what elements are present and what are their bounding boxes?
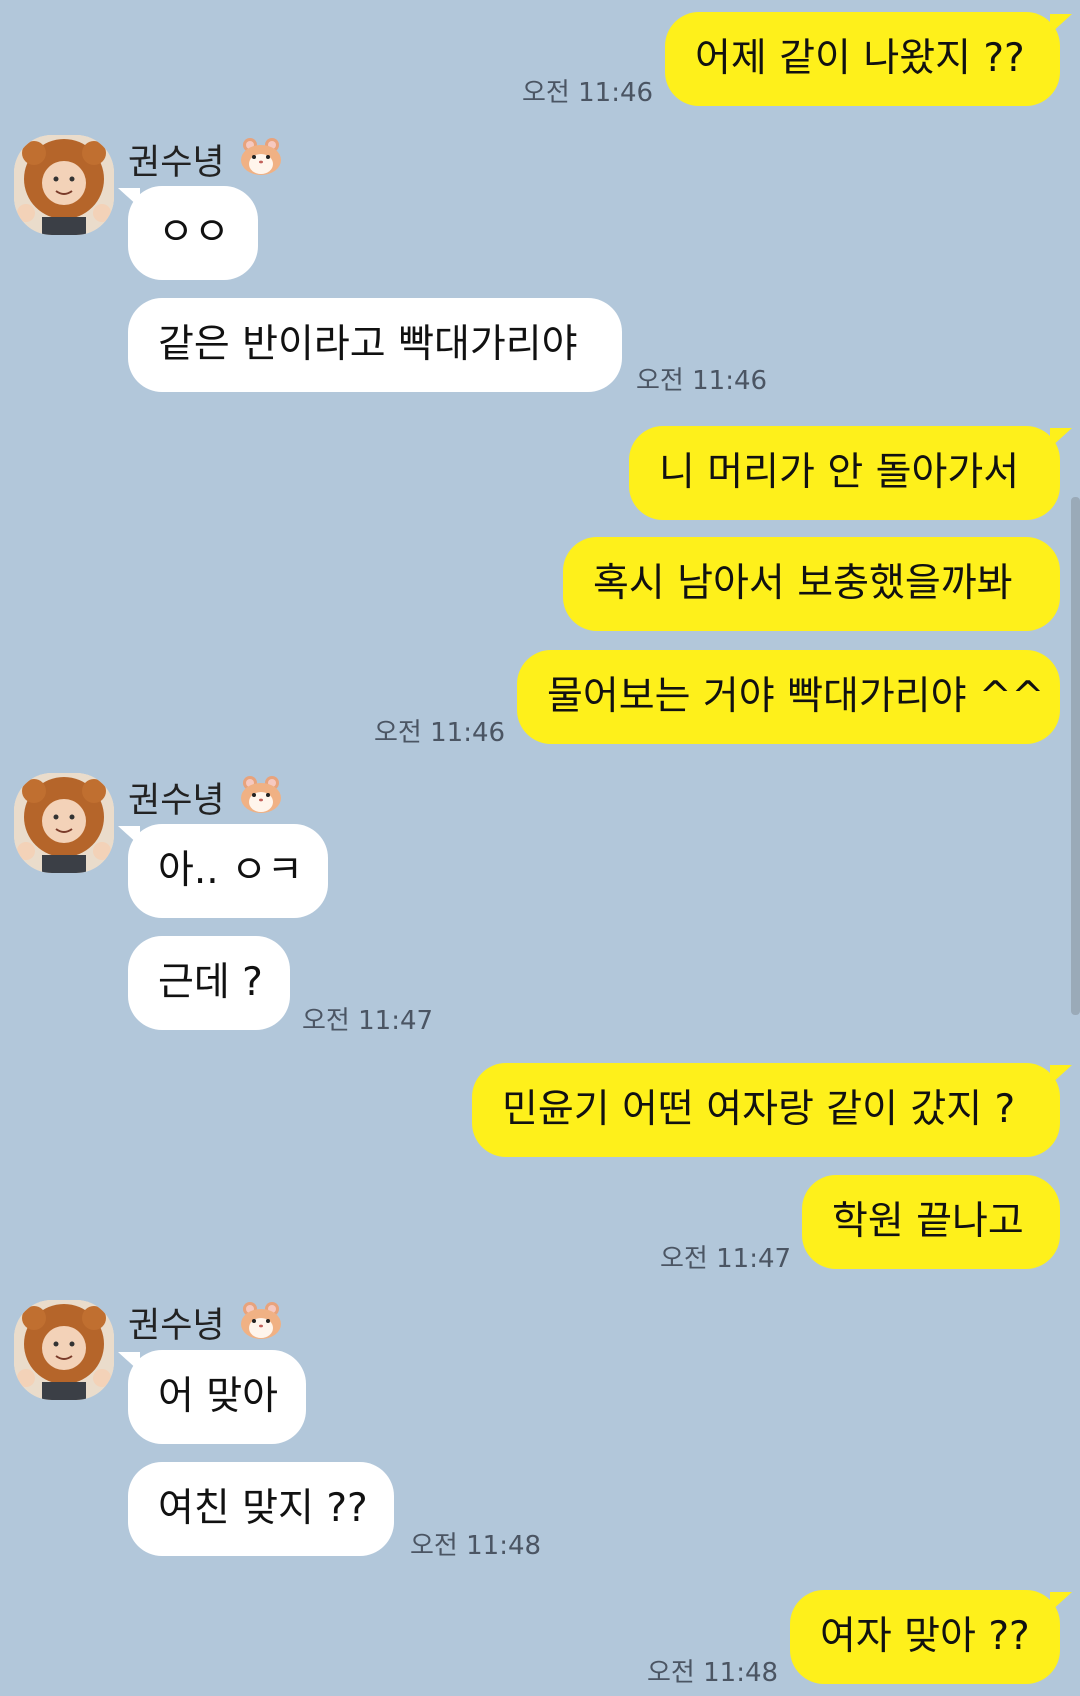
message-text: 여친 맞지 ?? bbox=[158, 1486, 368, 1531]
contact-name: 권수녕 bbox=[128, 143, 225, 183]
my-message-bubble[interactable]: 학원 끝나고 bbox=[802, 1175, 1060, 1269]
my-message-bubble[interactable]: 어제 같이 나왔지 ?? bbox=[665, 12, 1060, 106]
message-time: 오전 11:46 bbox=[522, 78, 654, 108]
contact-name: 권수녕 bbox=[128, 1306, 225, 1346]
message-time: 오전 11:46 bbox=[374, 718, 506, 748]
message-text: 여자 맞아 ?? bbox=[820, 1614, 1030, 1659]
hamster-emoji-icon bbox=[238, 774, 284, 814]
message-text: 니 머리가 안 돌아가서 bbox=[659, 450, 1020, 495]
contact-avatar[interactable] bbox=[14, 773, 114, 873]
message-text: 어제 같이 나왔지 ?? bbox=[695, 36, 1025, 81]
avatar-image bbox=[14, 135, 114, 235]
contact-avatar[interactable] bbox=[14, 1300, 114, 1400]
message-text: 아.. ㅇㅋ bbox=[158, 848, 303, 893]
avatar-image bbox=[14, 1300, 114, 1400]
their-message-bubble[interactable]: ㅇㅇ bbox=[128, 186, 258, 280]
message-time: 오전 11:46 bbox=[636, 366, 768, 396]
message-text: 근데 ? bbox=[158, 960, 263, 1005]
message-text: 물어보는 거야 빡대가리야 ^^ bbox=[547, 674, 1045, 719]
message-text: 혹시 남아서 보충했을까봐 bbox=[593, 561, 1013, 606]
their-message-bubble[interactable]: 아.. ㅇㅋ bbox=[128, 824, 328, 918]
avatar-image bbox=[14, 773, 114, 873]
message-time: 오전 11:48 bbox=[410, 1531, 542, 1561]
contact-name: 권수녕 bbox=[128, 781, 225, 821]
message-time: 오전 11:48 bbox=[647, 1658, 779, 1688]
message-text: 민윤기 어떤 여자랑 같이 갔지 ? bbox=[502, 1087, 1016, 1132]
message-text: 학원 끝나고 bbox=[832, 1199, 1024, 1244]
my-message-bubble[interactable]: 니 머리가 안 돌아가서 bbox=[629, 426, 1060, 520]
their-message-bubble[interactable]: 근데 ? bbox=[128, 936, 290, 1030]
hamster-emoji-icon bbox=[238, 1300, 284, 1340]
scrollbar[interactable] bbox=[1071, 497, 1080, 1015]
my-message-bubble[interactable]: 물어보는 거야 빡대가리야 ^^ bbox=[517, 650, 1060, 744]
their-message-bubble[interactable]: 같은 반이라고 빡대가리야 bbox=[128, 298, 622, 392]
message-text: 같은 반이라고 빡대가리야 bbox=[158, 322, 578, 367]
their-message-bubble[interactable]: 여친 맞지 ?? bbox=[128, 1462, 394, 1556]
my-message-bubble[interactable]: 여자 맞아 ?? bbox=[790, 1590, 1060, 1684]
my-message-bubble[interactable]: 혹시 남아서 보충했을까봐 bbox=[563, 537, 1060, 631]
message-time: 오전 11:47 bbox=[660, 1244, 792, 1274]
chat-area: 어제 같이 나왔지 ?? 오전 11:46 권수녕 ㅇㅇ 같은 반이라고 빡대가… bbox=[0, 0, 1080, 1696]
message-text: ㅇㅇ bbox=[158, 210, 230, 255]
my-message-bubble[interactable]: 민윤기 어떤 여자랑 같이 갔지 ? bbox=[472, 1063, 1060, 1157]
message-time: 오전 11:47 bbox=[302, 1006, 434, 1036]
hamster-emoji-icon bbox=[238, 136, 284, 176]
contact-avatar[interactable] bbox=[14, 135, 114, 235]
their-message-bubble[interactable]: 어 맞아 bbox=[128, 1350, 306, 1444]
message-text: 어 맞아 bbox=[158, 1374, 279, 1419]
